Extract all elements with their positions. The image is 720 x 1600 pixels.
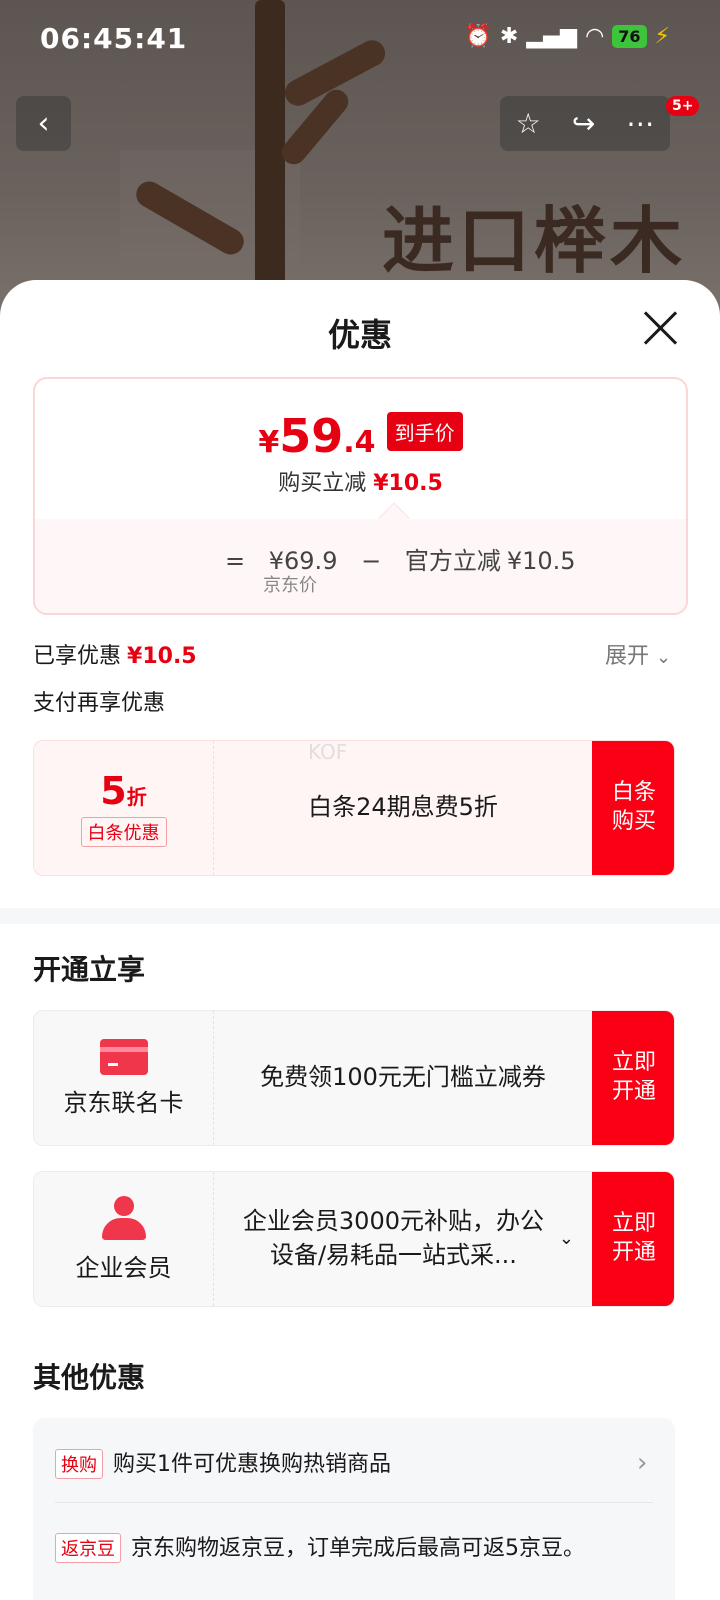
section-divider — [0, 908, 720, 924]
other-section-title: 其他优惠 — [33, 1361, 146, 1394]
baitiao-offer-card[interactable]: 5折 白条优惠 白条24期息费5折 白条购买 — [33, 740, 675, 876]
jd-card-block: 京东联名卡 — [34, 1011, 214, 1145]
baitiao-discount: 5折 — [100, 769, 146, 813]
chevron-left-icon: ‹ — [37, 106, 50, 141]
baitiao-discount-number: 5 — [100, 769, 127, 813]
jd-card-name: 京东联名卡 — [63, 1088, 184, 1117]
enterprise-desc: 企业会员3000元补贴，办公设备/易耗品一站式采... ⌄ — [214, 1172, 592, 1306]
credit-card-icon — [99, 1038, 148, 1075]
baitiao-buy-button[interactable]: 白条购买 — [592, 741, 674, 875]
status-time: 06:45:41 — [40, 22, 188, 55]
instant-discount-value: ¥10.5 — [373, 471, 443, 496]
baitiao-desc: 白条24期息费5折 — [308, 793, 498, 822]
star-icon[interactable]: ☆ — [516, 107, 541, 140]
expand-button[interactable]: 展开 ⌄ — [605, 638, 671, 670]
enjoyed-value: ¥10.5 — [127, 644, 197, 669]
message-badge: 5+ — [666, 96, 700, 116]
list-item[interactable]: 换购 购买1件可优惠换购热销商品 — [55, 1446, 391, 1479]
price-summary-box: ¥59.4 到手价 购买立减 ¥10.5 = ¥69.9 − 官方立减 ¥10.5… — [33, 377, 688, 615]
status-icons: ⏰ ✱ ▂▄▆ ◠ 76 ⚡ — [464, 24, 670, 49]
product-image-text: 进口榉木 — [382, 199, 687, 283]
enjoyed-label: 已享优惠 — [33, 644, 122, 669]
chevron-right-icon[interactable]: › — [637, 1448, 647, 1478]
chevron-down-icon: ⌄ — [656, 647, 672, 668]
enterprise-name: 企业会员 — [75, 1253, 172, 1282]
instant-discount-label: 购买立减 — [278, 471, 367, 496]
jd-card-offer[interactable]: 京东联名卡 免费领100元无门槛立减券 立即开通 — [33, 1010, 675, 1146]
top-action-group: ☆ ↪ ⋯ — [500, 96, 670, 151]
watermark: KOF — [308, 740, 348, 764]
other-offers-list: 换购 购买1件可优惠换购热销商品 › 返京豆 京东购物返京豆，订单完成后最高可返5京… — [33, 1418, 675, 1600]
formula-minus: − — [361, 547, 382, 575]
baitiao-label: 白条优惠 — [80, 817, 167, 847]
charging-icon: ⚡ — [654, 24, 670, 49]
jd-card-open-button[interactable]: 立即开通 — [592, 1011, 674, 1145]
bluetooth-icon: ✱ — [499, 24, 519, 49]
back-button[interactable]: ‹ — [16, 96, 71, 151]
price-summary-top: ¥59.4 到手价 购买立减 ¥10.5 — [35, 379, 686, 519]
enterprise-open-button[interactable]: 立即开通 — [592, 1172, 674, 1306]
alarm-icon: ⏰ — [464, 24, 492, 49]
currency-symbol: ¥ — [258, 425, 280, 460]
baitiao-discount-block: 5折 白条优惠 — [34, 741, 214, 875]
open-section-title: 开通立享 — [33, 953, 146, 986]
close-icon[interactable] — [640, 308, 680, 348]
enterprise-block: 企业会员 — [34, 1172, 214, 1306]
signal-icon: ▂▄▆ — [526, 24, 578, 49]
offer-tag: 返京豆 — [55, 1533, 121, 1563]
expand-label: 展开 — [605, 644, 650, 669]
jd-price-label: 京东价 — [263, 575, 317, 596]
spacer — [0, 1328, 720, 1338]
pay-section-title: 支付再享优惠 — [33, 691, 166, 716]
wifi-icon: ◠ — [585, 24, 605, 49]
status-bar: 06:45:41 ⏰ ✱ ▂▄▆ ◠ 76 ⚡ — [0, 0, 720, 80]
enterprise-offer[interactable]: 企业会员 企业会员3000元补贴，办公设备/易耗品一站式采... ⌄ 立即开通 — [33, 1171, 675, 1307]
price-formula: = ¥69.9 − 官方立减 ¥10.5 京东价 — [225, 541, 592, 596]
user-icon — [100, 1195, 148, 1240]
final-price: ¥59.4 到手价 — [35, 409, 686, 463]
enterprise-desc-text: 企业会员3000元补贴，办公设备/易耗品一站式采... — [242, 1207, 544, 1269]
share-icon[interactable]: ↪ — [572, 107, 595, 140]
offer-tag: 换购 — [55, 1449, 103, 1479]
enjoyed-discount: 已享优惠 ¥10.5 — [33, 638, 197, 670]
final-price-tag: 到手价 — [386, 412, 463, 451]
official-discount-label: 官方立减 — [404, 547, 501, 575]
more-icon[interactable]: ⋯ — [626, 107, 654, 140]
official-discount-value: ¥10.5 — [506, 547, 576, 575]
price-integer: 59 — [279, 409, 344, 463]
battery-icon: 76 — [612, 25, 647, 48]
baitiao-discount-unit: 折 — [126, 785, 147, 809]
discount-sheet: 优惠 ¥59.4 到手价 购买立减 ¥10.5 = ¥69.9 − 官方立减 ¥1… — [0, 280, 720, 1600]
instant-discount-line: 购买立减 ¥10.5 — [35, 465, 686, 497]
formula-equals: = — [225, 547, 246, 575]
offer-text: 购买1件可优惠换购热销商品 — [113, 1452, 391, 1477]
list-divider — [55, 1502, 653, 1503]
list-item[interactable]: 返京豆 京东购物返京豆，订单完成后最高可返5京豆。 — [55, 1530, 585, 1563]
price-decimal: .4 — [343, 425, 376, 460]
jd-card-desc: 免费领100元无门槛立减券 — [260, 1063, 546, 1092]
offer-text: 京东购物返京豆，订单完成后最高可返5京豆。 — [131, 1536, 585, 1561]
chevron-down-icon[interactable]: ⌄ — [559, 1226, 574, 1251]
sheet-title: 优惠 — [327, 316, 392, 354]
